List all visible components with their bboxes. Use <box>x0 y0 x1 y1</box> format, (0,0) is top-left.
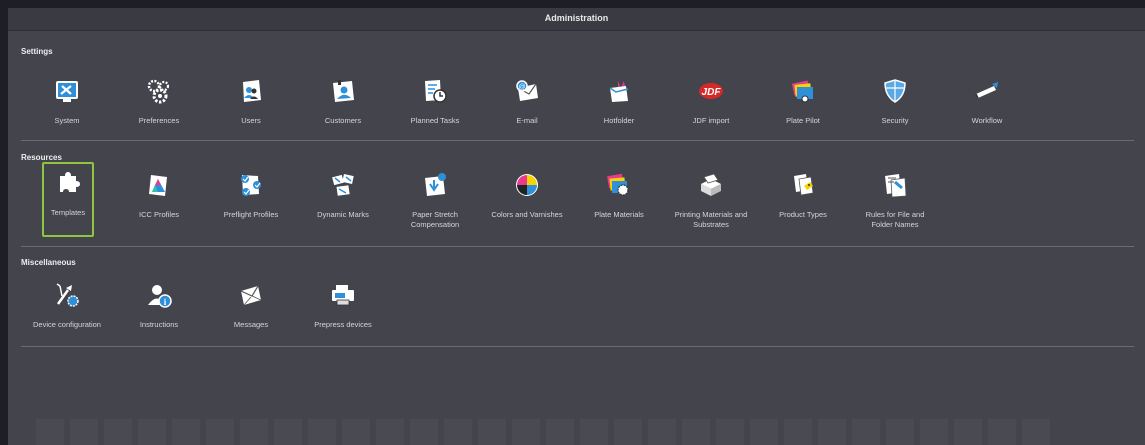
misc-item-messages[interactable]: Messages <box>214 274 288 352</box>
item-label: Workflow <box>971 116 1003 125</box>
product-types-icon <box>794 174 814 196</box>
settings-item-planned-tasks[interactable]: Planned Tasks <box>398 70 472 148</box>
section-divider <box>21 246 1134 247</box>
settings-item-users[interactable]: Users <box>214 70 288 148</box>
gears-icon <box>147 79 170 104</box>
misc-item-prepress-devices[interactable]: Prepress devices <box>306 274 380 352</box>
resources-item-paper-stretch[interactable]: Paper Stretch Compensation <box>398 164 472 242</box>
item-label: Hotfolder <box>603 116 635 125</box>
item-label: Templates <box>50 208 86 217</box>
settings-item-hotfolder[interactable]: Hotfolder <box>582 70 656 148</box>
resources-item-product-types[interactable]: Product Types <box>766 164 840 242</box>
administration-window: Administration Settings System Preferenc… <box>8 8 1145 445</box>
item-label: Printing Materials and Substrates <box>674 210 748 229</box>
preflight-icon <box>241 175 261 196</box>
window-title: Administration <box>8 8 1145 31</box>
section-divider <box>21 140 1134 141</box>
item-label: Colors and Varnishes <box>491 210 563 219</box>
section-title-miscellaneous: Miscellaneous <box>21 258 76 267</box>
plate-pilot-icon <box>791 80 813 103</box>
item-label: Product Types <box>779 210 827 219</box>
item-label: System <box>54 116 80 125</box>
resources-item-dynamic-marks[interactable]: Dynamic Marks <box>306 164 380 242</box>
shield-icon <box>884 79 906 103</box>
instructions-icon: i <box>148 285 172 308</box>
substrates-icon <box>701 173 721 196</box>
settings-item-plate-pilot[interactable]: Plate Pilot <box>766 70 840 148</box>
item-label: Messages <box>233 320 269 329</box>
misc-item-device-configuration[interactable]: Device configuration <box>30 274 104 352</box>
item-label: Customers <box>324 116 362 125</box>
item-label: Plate Pilot <box>786 116 820 125</box>
bottom-strip <box>8 419 1145 445</box>
svg-text:@: @ <box>518 84 525 91</box>
users-icon <box>243 80 261 102</box>
resources-item-colors-varnishes[interactable]: Colors and Varnishes <box>490 164 564 242</box>
item-label: Planned Tasks <box>410 116 460 125</box>
item-label: Prepress devices <box>314 320 372 329</box>
resources-item-preflight-profiles[interactable]: Preflight Profiles <box>214 164 288 242</box>
resources-item-rules-names[interactable]: Rules for File and Folder Names <box>858 164 932 242</box>
paper-stretch-icon <box>425 173 446 196</box>
email-icon: @ <box>516 80 538 101</box>
item-label: Preferences <box>138 116 180 125</box>
item-label: Rules for File and Folder Names <box>865 210 925 229</box>
settings-item-jdf-import[interactable]: JDF JDF import <box>674 70 748 148</box>
item-label: Plate Materials <box>594 210 644 219</box>
rules-icon <box>885 174 907 198</box>
svg-text:JDF: JDF <box>702 87 722 98</box>
clock-icon <box>425 80 447 103</box>
section-title-resources: Resources <box>21 153 62 162</box>
settings-item-security[interactable]: Security <box>858 70 932 148</box>
plate-materials-icon <box>607 173 629 196</box>
resources-item-plate-materials[interactable]: Plate Materials <box>582 164 656 242</box>
settings-item-system[interactable]: System <box>30 70 104 148</box>
item-label: Paper Stretch Compensation <box>410 210 460 229</box>
resources-item-printing-materials[interactable]: Printing Materials and Substrates <box>674 164 748 242</box>
item-label: Security <box>881 116 909 125</box>
workflow-icon <box>975 82 998 99</box>
marks-icon <box>332 174 354 196</box>
device-config-icon <box>56 283 79 307</box>
section-divider <box>21 346 1134 347</box>
item-label: Instructions <box>139 320 179 329</box>
system-icon <box>56 81 78 102</box>
prepress-device-icon <box>332 285 354 306</box>
customers-icon <box>333 80 354 102</box>
resources-item-templates[interactable]: Templates <box>42 162 94 237</box>
item-label: JDF import <box>692 116 730 125</box>
section-title-settings: Settings <box>21 47 53 56</box>
item-label: Preflight Profiles <box>223 210 279 219</box>
hotfolder-icon <box>609 81 629 102</box>
settings-item-email[interactable]: @ E-mail <box>490 70 564 148</box>
jdf-icon: JDF <box>699 83 723 99</box>
settings-item-workflow[interactable]: Workflow <box>950 70 1024 148</box>
item-label: E-mail <box>516 116 538 125</box>
item-label: Dynamic Marks <box>317 210 369 219</box>
item-label: ICC Profiles <box>138 210 179 219</box>
color-wheel-icon <box>516 174 538 196</box>
settings-item-customers[interactable]: Customers <box>306 70 380 148</box>
puzzle-icon <box>60 172 80 192</box>
misc-item-instructions[interactable]: i Instructions <box>122 274 196 352</box>
resources-item-icc-profiles[interactable]: ICC Profiles <box>122 164 196 242</box>
messages-icon <box>240 285 262 306</box>
icc-icon <box>149 175 167 196</box>
settings-item-preferences[interactable]: Preferences <box>122 70 196 148</box>
item-label: Users <box>241 116 261 125</box>
item-label: Device configuration <box>33 320 101 329</box>
